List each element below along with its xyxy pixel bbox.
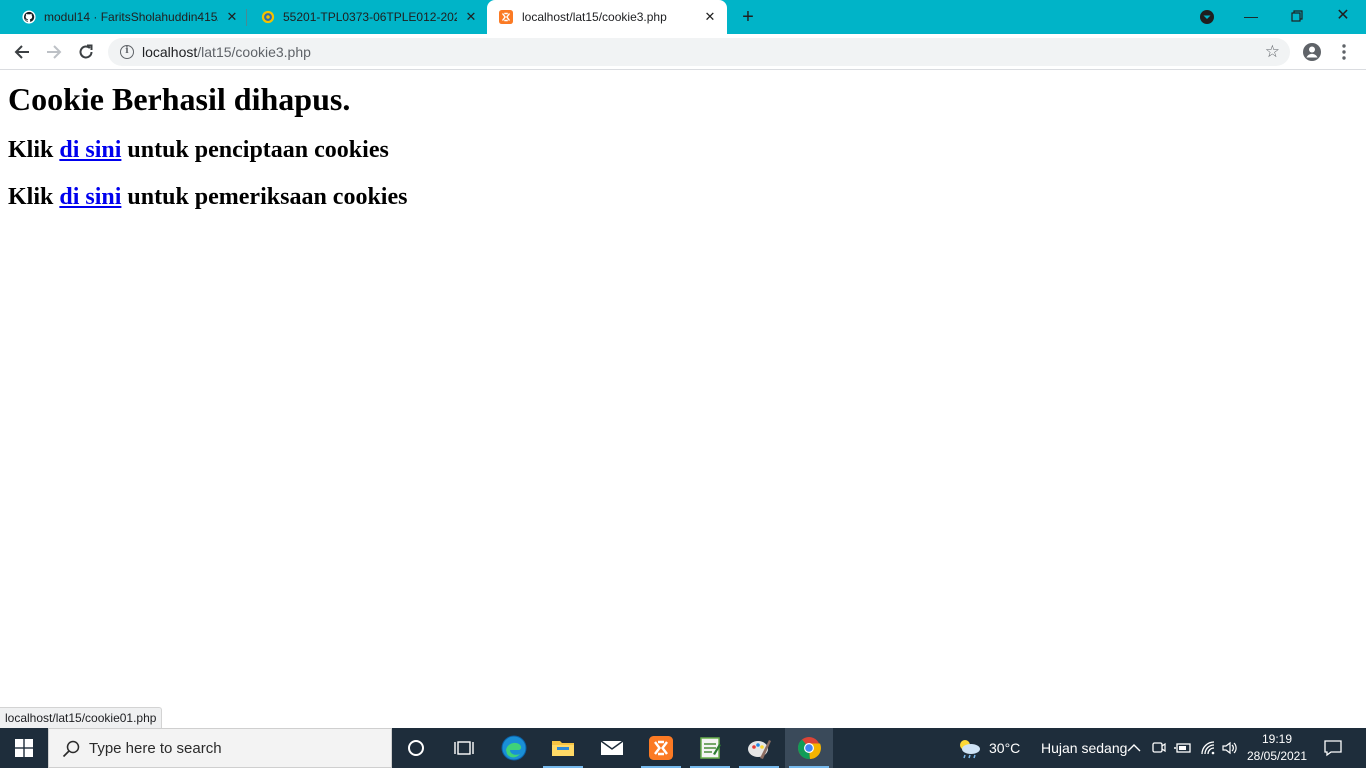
campus-logo-icon [261,10,275,24]
page-heading: Cookie Berhasil dihapus. [8,81,351,117]
create-cookies-line: Klik di sini untuk penciptaan cookies [8,136,389,164]
battery-icon[interactable] [1174,741,1192,755]
create-cookies-link[interactable]: di sini [59,137,121,163]
check-cookies-link[interactable]: di sini [59,184,121,210]
close-tab-icon[interactable]: ✕ [702,9,718,25]
windows-logo-icon [15,739,33,757]
xampp-icon [499,10,513,24]
chrome-icon [798,737,821,760]
file-explorer-app[interactable] [539,728,587,768]
notepad-plus-icon [700,737,721,759]
close-window-icon[interactable]: ✕ [1320,0,1366,34]
chrome-app[interactable] [785,728,833,768]
cortana-icon [408,740,424,756]
line-prefix: Klik [8,137,60,163]
search-placeholder: Type here to search [89,740,222,757]
paint-app[interactable] [735,728,783,768]
line-prefix: Klik [8,184,60,210]
minimize-icon[interactable]: — [1228,0,1274,34]
chevron-up-icon[interactable] [1127,728,1141,768]
clock-time: 19:19 [1261,732,1293,746]
address-url: localhost/lat15/cookie3.php [142,44,311,60]
task-view-icon [454,741,474,755]
forward-button[interactable] [42,40,66,64]
tab-title: localhost/lat15/cookie3.php [522,10,667,24]
address-bar[interactable]: i localhost/lat15/cookie3.php ☆ [108,38,1290,66]
paint-icon [748,740,771,759]
notepad-plus-app[interactable] [686,728,734,768]
weather-rain-cloud-icon[interactable] [956,737,982,759]
github-icon [22,10,36,24]
edge-icon [501,735,527,761]
edge-app[interactable] [490,728,538,768]
volume-icon[interactable] [1221,740,1239,756]
task-view-button[interactable] [440,728,488,768]
back-button[interactable] [10,40,34,64]
clock-date: 28/05/2021 [1246,749,1308,763]
file-explorer-icon [552,741,574,756]
tab-strip: modul14 · FaritsSholahuddin415/ ✕ 55201-… [0,0,1366,34]
line-suffix: untuk penciptaan cookies [121,137,389,163]
address-path: /lat15/cookie3.php [197,44,311,60]
wifi-icon[interactable] [1200,740,1216,756]
taskbar-clock[interactable]: 19:19 28/05/2021 [1244,731,1310,765]
notification-center-icon[interactable] [1324,739,1342,757]
cortana-button[interactable] [392,728,440,768]
reload-button[interactable] [74,40,98,64]
weather-condition[interactable]: Hujan sedang [1041,728,1127,768]
close-tab-icon[interactable]: ✕ [463,9,479,25]
taskbar: Type here to search 30°C Hujan sedang 19… [0,728,1366,768]
browser-toolbar: i localhost/lat15/cookie3.php ☆ [0,34,1366,70]
tab-title: modul14 · FaritsSholahuddin415/ [44,10,218,24]
taskbar-search-box[interactable]: Type here to search [48,728,392,768]
tab-title: 55201-TPL0373-06TPLE012-2020 [283,10,457,24]
tab-campus[interactable]: 55201-TPL0373-06TPLE012-2020 ✕ [247,0,486,34]
status-url-bubble: localhost/lat15/cookie01.php [0,707,163,728]
check-cookies-line: Klik di sini untuk pemeriksaan cookies [8,183,407,211]
profile-avatar-icon[interactable] [1302,42,1322,62]
new-tab-button[interactable]: + [738,7,758,27]
start-button[interactable] [0,728,48,768]
xampp-app[interactable] [637,728,685,768]
mail-app[interactable] [588,728,636,768]
close-tab-icon[interactable]: ✕ [224,9,240,25]
weather-temp[interactable]: 30°C [989,728,1020,768]
restore-icon[interactable] [1274,0,1320,34]
line-suffix: untuk pemeriksaan cookies [121,184,408,210]
site-info-icon[interactable]: i [120,45,134,59]
bookmark-star-icon[interactable]: ☆ [1265,42,1280,62]
address-host: localhost [142,44,198,60]
xampp-icon [649,736,673,760]
tab-github[interactable]: modul14 · FaritsSholahuddin415/ ✕ [0,0,246,34]
page-content: Cookie Berhasil dihapus. Klik di sini un… [0,71,1366,728]
mail-icon [600,740,624,755]
tab-search-icon[interactable] [1199,9,1215,25]
tab-localhost[interactable]: localhost/lat15/cookie3.php ✕ [487,0,727,34]
meet-now-icon[interactable] [1152,740,1166,756]
search-icon [62,740,80,758]
menu-kebab-icon[interactable] [1334,42,1354,62]
